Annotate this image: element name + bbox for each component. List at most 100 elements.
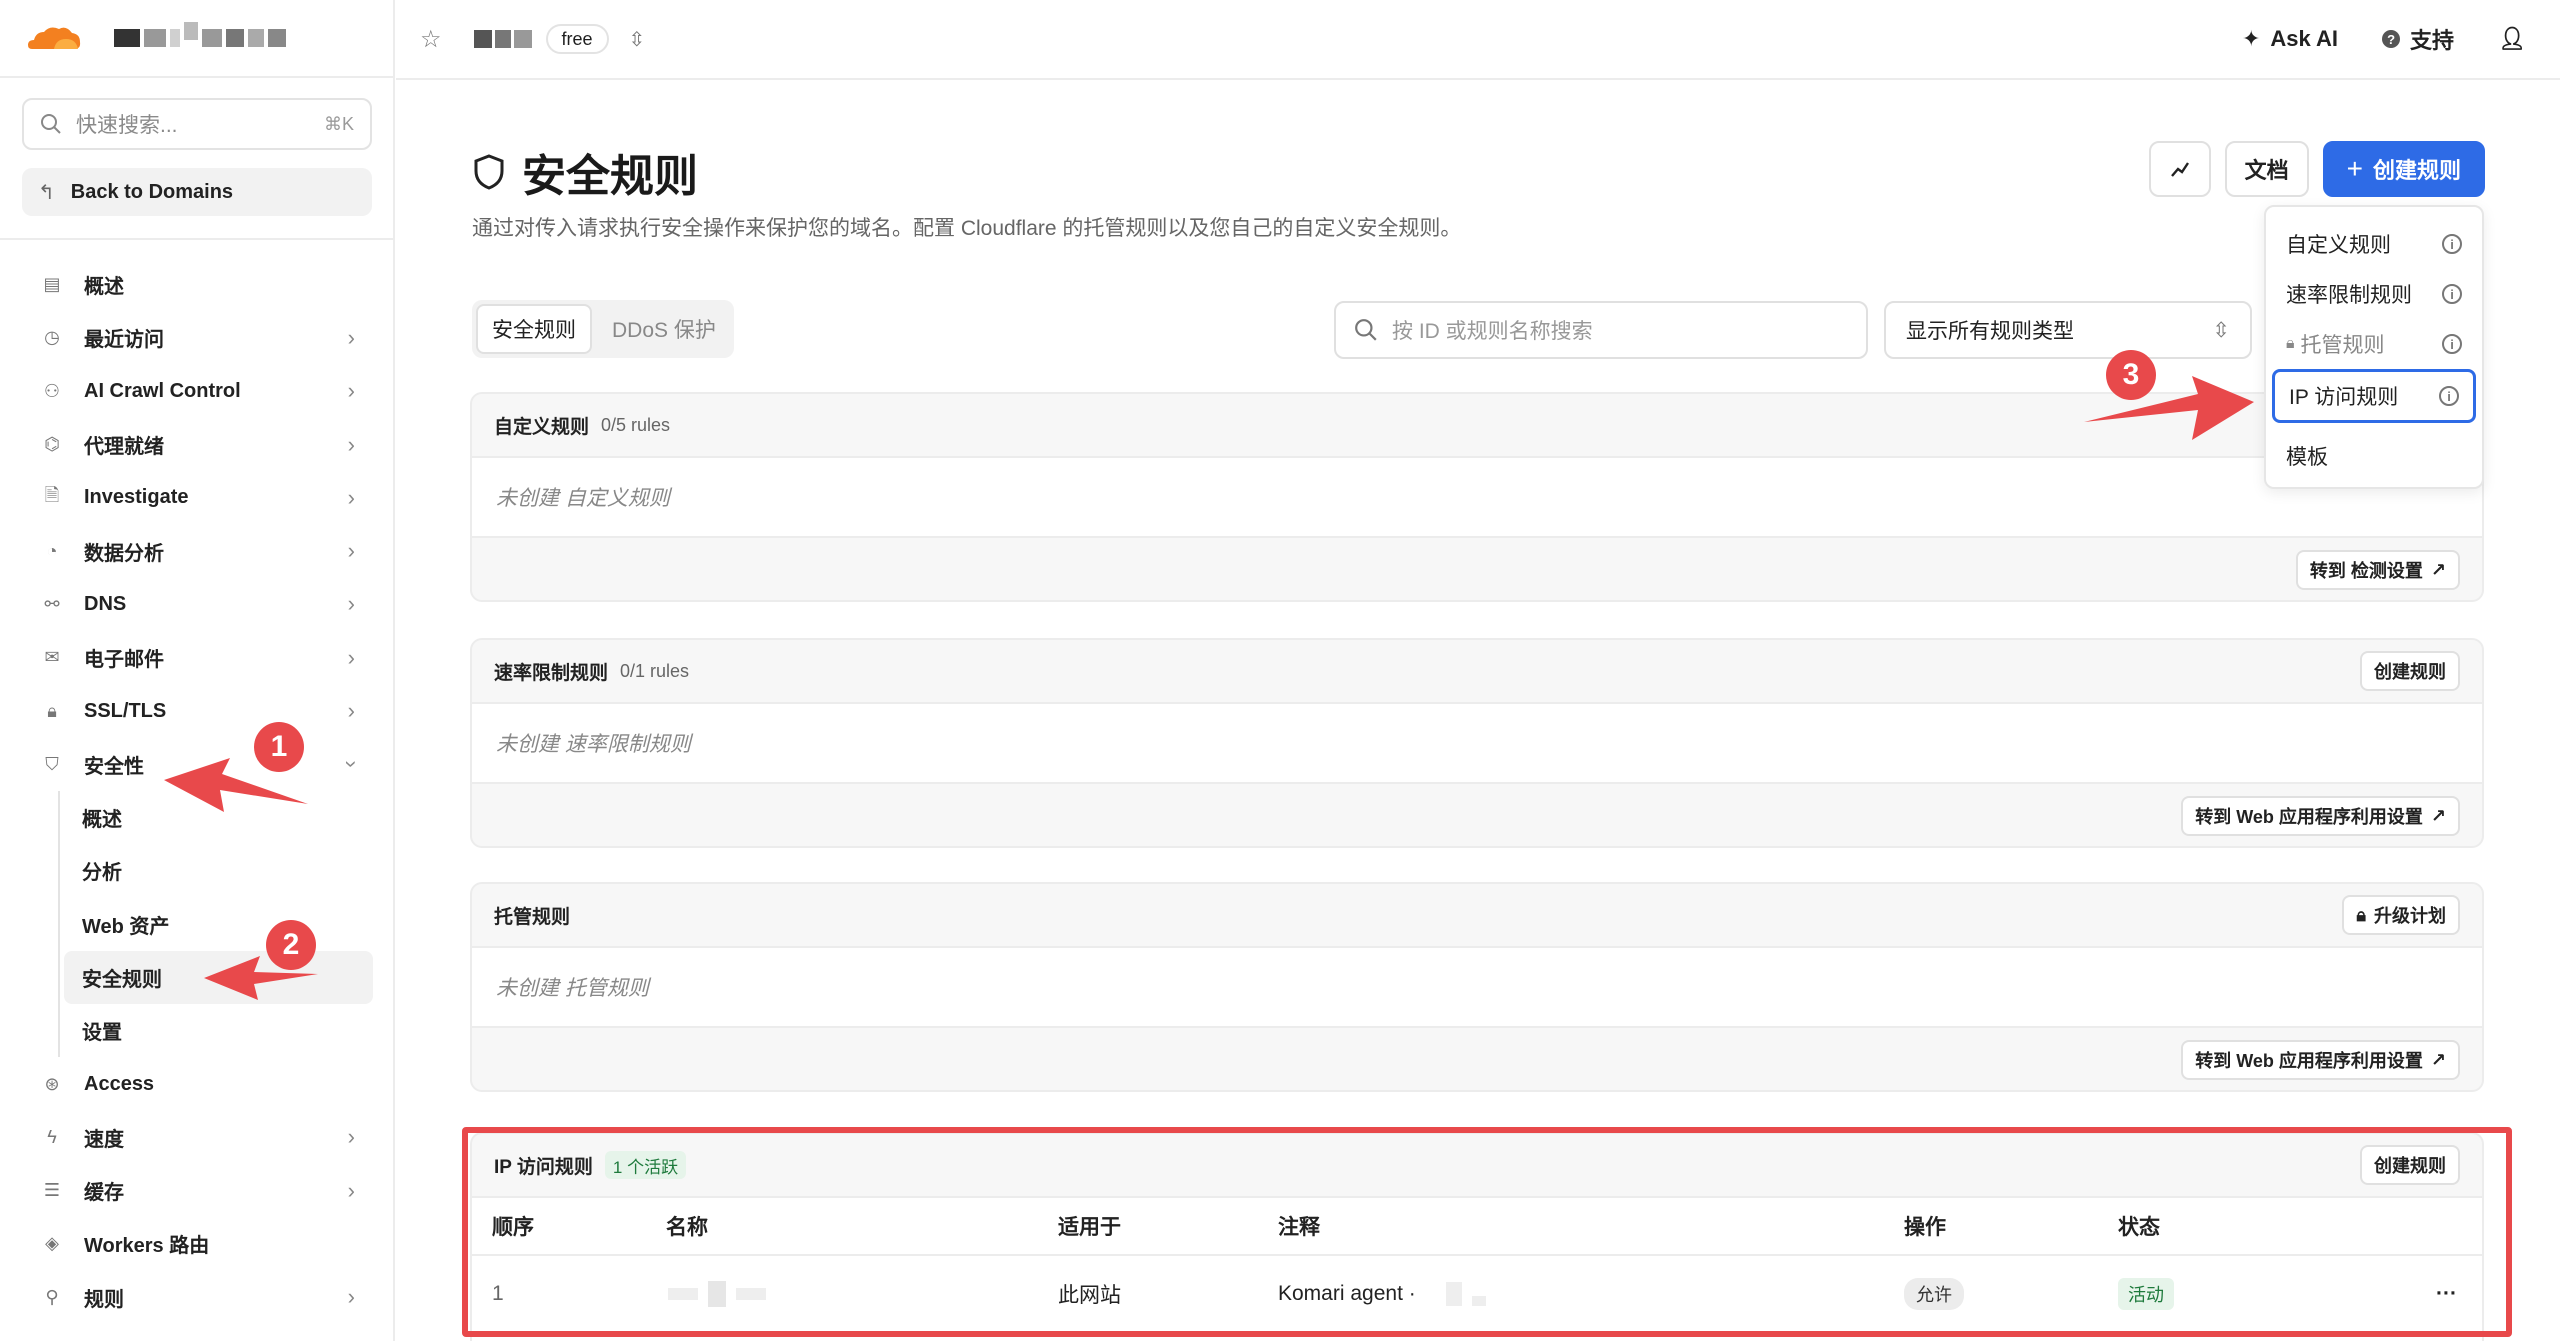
sidebar-item-analytics[interactable]: ◔ 数据分析 › [0, 524, 395, 577]
user-icon: 👤︎ [2498, 26, 2526, 51]
column-header-notes: 注释 [1278, 1216, 1320, 1239]
tab-ddos-protection[interactable]: DDoS 保护 [598, 304, 730, 354]
ask-ai-button[interactable]: ✦ Ask AI [2242, 26, 2338, 52]
sidebar-item-ssl-tls[interactable]: 🔒︎ SSL/TLS › [0, 684, 395, 737]
sidebar-header [0, 0, 393, 78]
chevron-right-icon: › [347, 484, 355, 510]
sidebar-item-label: Workers 路由 [84, 1235, 210, 1258]
section-count: 0/1 rules [620, 660, 690, 681]
account-name-redacted[interactable] [114, 22, 286, 47]
user-avatar-button[interactable]: 👤︎ [2498, 26, 2526, 52]
support-button[interactable]: ? 支持 [2382, 23, 2454, 55]
sidebar-item-label: 电子邮件 [84, 649, 164, 672]
star-icon[interactable]: ☆ [420, 25, 442, 54]
search-icon [41, 114, 61, 134]
shield-icon [474, 154, 504, 190]
sidebar-item-dns[interactable]: ⚯ DNS › [0, 578, 395, 631]
dropdown-item-label: 托管规则 [2300, 334, 2385, 357]
cloudflare-logo[interactable] [24, 21, 84, 55]
sidebar-item-ai-crawl[interactable]: ⚇ AI Crawl Control › [0, 365, 395, 418]
analytics-link-button[interactable] [2148, 141, 2211, 197]
sidebar-item-workers-routes[interactable]: ◈ Workers 路由 [0, 1217, 395, 1270]
dns-icon: ⚯ [44, 593, 60, 614]
domain-switcher-icon[interactable]: ⇳ [629, 27, 646, 52]
annotation-arrow-3 [2084, 376, 2254, 440]
column-header-applies-to: 适用于 [1058, 1216, 1121, 1239]
info-icon[interactable]: i [2442, 284, 2462, 304]
sidebar-item-access[interactable]: ⊛ Access [0, 1057, 395, 1110]
table-header-row: 顺序 名称 适用于 注释 操作 状态 [472, 1198, 2482, 1256]
sidebar-item-proxy-ready[interactable]: ⌬ 代理就绪 › [0, 418, 395, 471]
analytics-icon: ◔ [46, 540, 58, 561]
access-icon: ⊛ [44, 1073, 60, 1094]
sidebar-item-cache[interactable]: ☰ 缓存 › [0, 1164, 395, 1217]
proxy-icon: ⌬ [44, 434, 60, 455]
goto-waf-settings-button[interactable]: 转到 Web 应用程序利用设置 ↗ [2181, 796, 2460, 836]
goto-detection-settings-button[interactable]: 转到 检测设置 ↗ [2295, 550, 2460, 590]
sidebar-item-label: 最近访问 [84, 329, 164, 352]
status-badge: 活动 [2118, 1278, 2174, 1310]
quick-search-shortcut: ⌘K [323, 113, 354, 134]
docs-button[interactable]: 文档 [2224, 141, 2309, 197]
create-rule-button[interactable]: + 创建规则 [2322, 141, 2485, 197]
section-title: IP 访问规则 [494, 1156, 593, 1178]
dropdown-item-rate-limit[interactable]: 速率限制规则 i [2266, 269, 2482, 319]
upgrade-plan-button[interactable]: 🔒︎ 升级计划 [2342, 895, 2460, 935]
cell-name-redacted [668, 1281, 766, 1307]
page-title-text: 安全规则 [522, 152, 698, 201]
info-icon[interactable]: i [2442, 234, 2462, 254]
create-rule-dropdown: 自定义规则 i 速率限制规则 i 🔒︎ 托管规则 i IP 访问规则 i 模板 [2264, 205, 2484, 489]
dropdown-item-managed-rules[interactable]: 🔒︎ 托管规则 i [2266, 319, 2482, 369]
dropdown-item-label: 自定义规则 [2286, 234, 2391, 257]
button-label: 转到 Web 应用程序利用设置 [2195, 807, 2423, 827]
header-actions: 文档 + 创建规则 [2148, 141, 2485, 197]
sidebar-item-overview[interactable]: ▤ 概述 [0, 258, 395, 311]
support-label: 支持 [2410, 28, 2455, 53]
dropdown-item-custom-rules[interactable]: 自定义规则 i [2266, 219, 2482, 269]
sidebar-item-label: Access [84, 1072, 155, 1095]
sidebar-item-label: AI Crawl Control [84, 379, 241, 402]
search-icon [1355, 319, 1377, 341]
chevron-right-icon: › [347, 431, 355, 457]
sidebar-item-email[interactable]: ✉ 电子邮件 › [0, 631, 395, 684]
button-label: 升级计划 [2374, 906, 2446, 926]
back-to-domains-label: Back to Domains [70, 180, 234, 203]
trend-icon [2170, 162, 2189, 177]
column-header-action: 操作 [1904, 1216, 1946, 1239]
goto-waf-settings-button[interactable]: 转到 Web 应用程序利用设置 ↗ [2181, 1040, 2460, 1080]
sidebar-item-speed[interactable]: ϟ 速度 › [0, 1111, 395, 1164]
info-icon[interactable]: i [2439, 386, 2459, 406]
tab-security-rules[interactable]: 安全规则 [476, 304, 592, 354]
more-actions-icon[interactable]: ··· [2436, 1282, 2457, 1306]
sidebar-item-label: 概述 [84, 276, 124, 299]
top-bar: ☆ free ⇳ ✦ Ask AI ? 支持 👤︎ [396, 0, 2560, 80]
back-arrow-icon: ↰ [38, 181, 55, 204]
dropdown-item-templates[interactable]: 模板 [2266, 431, 2482, 481]
sidebar-item-label: 规则 [84, 1288, 124, 1311]
create-ip-rule-button[interactable]: 创建规则 [2360, 1145, 2460, 1185]
sidebar-item-investigate[interactable]: 🗎 Investigate › [0, 471, 395, 524]
dropdown-item-ip-access-rules[interactable]: IP 访问规则 i [2272, 369, 2476, 423]
sidebar-item-recent[interactable]: ◷ 最近访问 › [0, 311, 395, 364]
sidebar-item-rules[interactable]: ⚲ 规则 › [0, 1271, 395, 1324]
create-rate-rule-button[interactable]: 创建规则 [2360, 651, 2460, 691]
info-icon[interactable]: i [2442, 334, 2462, 354]
section-count: 0/5 rules [601, 414, 671, 435]
bolt-icon: ϟ [47, 1126, 57, 1147]
annotation-arrow-1 [164, 758, 308, 812]
chevron-right-icon: › [347, 538, 355, 564]
plan-badge: free [545, 24, 609, 54]
quick-search-input[interactable]: 快速搜索... ⌘K [22, 98, 372, 150]
rule-type-select[interactable]: 显示所有规则类型 ⇳ [1884, 301, 2252, 359]
quick-search-placeholder: 快速搜索... [76, 114, 178, 137]
sidebar: 快速搜索... ⌘K ↰ Back to Domains ▤ 概述 ◷ 最近访问 › … [0, 0, 395, 1341]
section-title: 速率限制规则 [494, 662, 609, 684]
rule-search-input[interactable]: 按 ID 或规则名称搜索 [1334, 301, 1868, 359]
chevron-right-icon: › [347, 644, 355, 670]
dropdown-item-label: 模板 [2286, 446, 2328, 469]
button-label: 转到 检测设置 [2309, 561, 2423, 581]
empty-state: 未创建 托管规则 [472, 946, 2482, 1028]
back-to-domains-button[interactable]: ↰ Back to Domains [22, 168, 372, 216]
chevron-right-icon: › [347, 1177, 355, 1203]
table-row[interactable]: 1 此网站 Komari agent · 允许 活动 ··· [472, 1256, 2482, 1332]
